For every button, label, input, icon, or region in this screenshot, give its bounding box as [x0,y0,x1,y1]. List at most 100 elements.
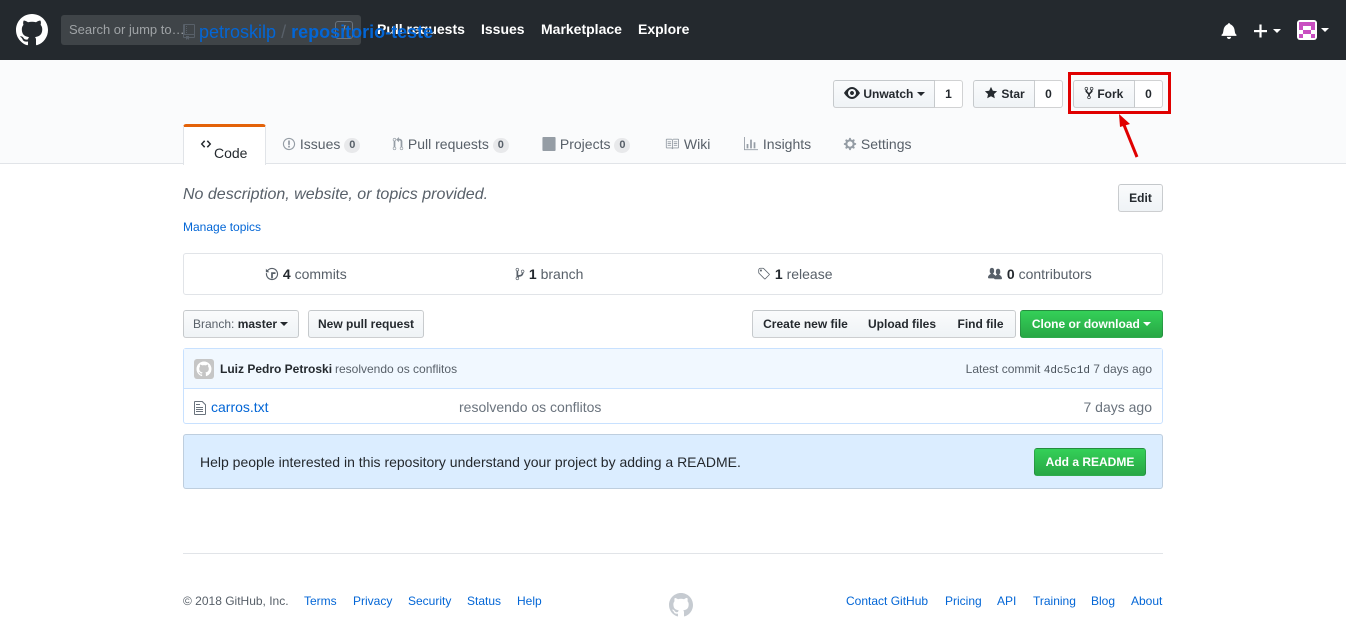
file-commit-message-link[interactable]: resolvendo os conflitos [459,399,601,415]
caret-down-icon [1143,322,1152,326]
releases-link[interactable]: 1 release [757,266,833,282]
footer-link-security[interactable]: Security [408,594,451,608]
github-mark-icon[interactable] [669,593,693,617]
tab-settings[interactable]: Settings [843,136,911,152]
nav-explore[interactable]: Explore [638,21,689,37]
branches-label: branch [540,266,584,282]
star-label: Star [1001,87,1025,101]
tab-insights-label: Insights [762,136,812,152]
file-table: Luiz Pedro Petroski resolvendo os confli… [183,348,1163,424]
unwatch-button[interactable]: Unwatch [833,80,935,108]
create-new-file-button[interactable]: Create new file [752,310,859,338]
branch-name: master [237,317,278,331]
footer-link-about[interactable]: About [1131,594,1162,608]
code-icon [200,140,212,148]
table-row: carros.txt resolvendo os conflitos 7 day… [184,390,1162,424]
clone-label: Clone or download [1031,317,1140,331]
contributors-link[interactable]: 0 contributors [987,266,1092,282]
people-icon [988,267,1002,280]
commit-author-link[interactable]: Luiz Pedro Petroski [220,362,332,376]
star-button[interactable]: Star [973,80,1035,108]
book-icon [665,138,679,150]
commits-link[interactable]: 4 commits [265,266,347,282]
footer-link-training[interactable]: Training [1033,594,1076,608]
commit-message-link[interactable]: resolvendo os conflitos [335,362,457,376]
commit-age: 7 days ago [1093,362,1152,376]
repo-owner-link[interactable]: petroskilp [199,22,276,42]
caret-down-icon [916,92,925,96]
plus-dropdown-icon[interactable] [1254,24,1282,38]
gear-icon [843,137,857,151]
add-readme-button[interactable]: Add a README [1034,448,1146,476]
branch-prefix: Branch: [193,317,235,331]
git-pull-request-icon [392,137,404,151]
manage-topics-link[interactable]: Manage topics [183,220,261,234]
tab-projects[interactable]: Projects 0 [542,136,631,153]
graph-icon [744,137,758,151]
user-avatar[interactable] [1297,20,1317,40]
contributors-count: 0 [1006,266,1015,282]
releases-count: 1 [774,266,783,282]
tab-settings-label: Settings [860,136,912,152]
tab-pull-requests[interactable]: Pull requests 0 [392,136,509,153]
contributors-label: contributors [1018,266,1092,282]
repository-title: petroskilp / repositorio-teste [183,22,433,43]
tag-icon [758,267,770,280]
tab-code[interactable]: Code [183,124,266,165]
footer-copyright: © 2018 GitHub, Inc. [183,594,289,608]
footer-link-status[interactable]: Status [467,594,501,608]
eye-icon [844,87,860,99]
file-icon [194,401,206,415]
repo-path-separator: / [281,22,287,42]
footer-link-terms[interactable]: Terms [304,594,337,608]
file-name-link[interactable]: carros.txt [211,399,269,415]
stargazers-count[interactable]: 0 [1035,80,1063,108]
branches-link[interactable]: 1 branch [515,266,583,282]
footer-link-help[interactable]: Help [517,594,542,608]
caret-down-icon [280,322,289,326]
project-icon [542,137,556,151]
latest-commit-label: Latest commit [965,362,1041,376]
latest-commit-bar: Luiz Pedro Petroski resolvendo os confli… [184,349,1162,389]
search-placeholder: Search or jump to… [69,22,185,37]
tab-issues[interactable]: Issues 0 [282,136,361,153]
footer-link-privacy[interactable]: Privacy [353,594,392,608]
github-logo-icon[interactable] [16,14,48,46]
footer-link-blog[interactable]: Blog [1091,594,1115,608]
git-branch-icon [515,267,525,281]
commit-sha-link[interactable]: 4dc5c1d [1044,365,1090,377]
repo-description: No description, website, or topics provi… [183,186,489,203]
footer-link-contact[interactable]: Contact GitHub [846,594,928,608]
nav-marketplace[interactable]: Marketplace [541,21,622,37]
branches-count: 1 [528,266,537,282]
tab-issues-count: 0 [344,138,361,153]
author-avatar[interactable] [194,359,214,379]
nav-issues[interactable]: Issues [481,21,525,37]
annotation-arrow-icon [1119,114,1139,158]
tab-wiki[interactable]: Wiki [664,136,710,152]
new-pull-request-button[interactable]: New pull request [308,310,424,338]
footer-link-api[interactable]: API [997,594,1016,608]
repo-name-link[interactable]: repositorio-teste [291,22,433,42]
releases-label: release [786,266,833,282]
bell-icon[interactable] [1221,22,1237,39]
watchers-count[interactable]: 1 [935,80,963,108]
tab-issues-label: Issues [299,136,341,152]
branch-select-button[interactable]: Branch: master [183,310,299,338]
readme-prompt-text: Help people interested in this repositor… [200,454,741,470]
fork-highlight-box [1068,72,1171,114]
history-icon [265,267,279,281]
tab-code-label: Code [214,145,248,161]
edit-description-button[interactable]: Edit [1118,184,1163,212]
footer-link-pricing[interactable]: Pricing [945,594,982,608]
find-file-button[interactable]: Find file [946,310,1016,338]
upload-files-button[interactable]: Upload files [858,310,947,338]
commits-count: 4 [282,266,291,282]
tab-pull-requests-count: 0 [492,138,509,153]
clone-or-download-button[interactable]: Clone or download [1020,310,1163,338]
avatar-caret-icon[interactable] [1321,28,1329,33]
tab-insights[interactable]: Insights [743,136,811,152]
readme-prompt: Help people interested in this repositor… [183,434,1163,489]
latest-commit-info: Latest commit 4dc5c1d 7 days ago [966,362,1152,377]
star-icon [984,86,998,99]
